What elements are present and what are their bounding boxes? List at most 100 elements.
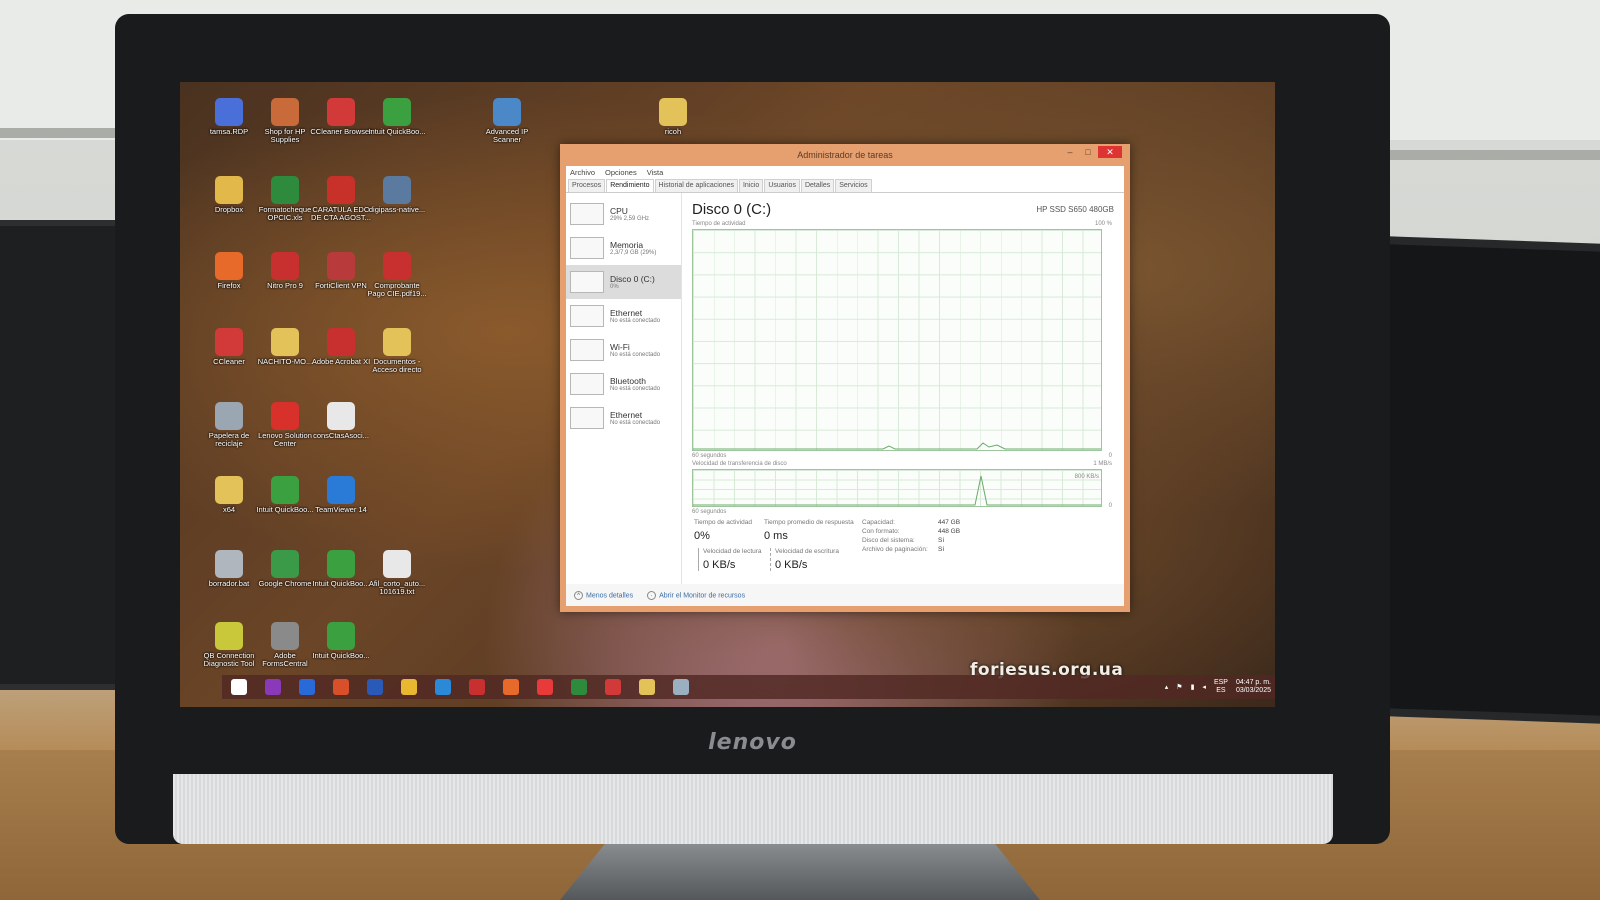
desktop-icon[interactable]: Documentos - Acceso directo [366,328,428,374]
powerpoint-icon [333,679,349,695]
taskbar-button[interactable] [392,675,426,699]
chart2-max: 1 MB/s [1093,461,1112,467]
desktop-icon-label: consCtasAsoci... [313,431,369,440]
taskbar-button[interactable] [426,675,460,699]
desktop-icon[interactable]: Formatocheque OPCIC.xls [254,176,316,222]
language-indicator[interactable]: ESP ES [1214,679,1228,695]
resource-item[interactable]: Wi-Fi No está conectado [566,333,681,367]
desktop-icon[interactable]: ricoh [642,98,704,136]
desktop-icon[interactable]: borrador.bat [198,550,260,588]
taskbar-button[interactable] [494,675,528,699]
resource-name: Ethernet [610,410,643,420]
desktop-icon[interactable]: Adobe FormsCentral [254,622,316,668]
tab-detalles[interactable]: Detalles [800,179,835,192]
desktop-icon[interactable]: CARATULA EDO DE CTA AGOST... [310,176,372,222]
resource-item[interactable]: Bluetooth No está conectado [566,367,681,401]
desktop-icon-label: Intuit QuickBoo... [312,579,370,588]
resource-monitor-link[interactable]: · Abrir el Monitor de recursos [647,590,745,600]
tab-inicio[interactable]: Inicio [738,179,764,192]
resource-item[interactable]: Disco 0 (C:) 0% [566,265,681,299]
desktop-icon[interactable]: Lenovo Solution Center [254,402,316,448]
resource-item[interactable]: Memoria 2,3/7,9 GB (29%) [566,231,681,265]
resource-name: Bluetooth [610,376,646,386]
desktop-icon-label: Adobe FormsCentral [262,651,308,668]
desktop-icon[interactable]: Firefox [198,252,260,290]
desktop-icon[interactable]: Nitro Pro 9 [254,252,316,290]
desktop-icon[interactable]: Intuit QuickBoo... [254,476,316,514]
resource-item[interactable]: Ethernet No está conectado [566,401,681,435]
app-icon [215,252,243,280]
desktop-icon[interactable]: Afil_corto_auto... 101619.txt [366,550,428,596]
app-icon [327,328,355,356]
desktop-icon[interactable]: tamsa.RDP [198,98,260,136]
desktop-icon[interactable]: Intuit QuickBoo... [310,622,372,660]
desktop-icon[interactable]: Dropbox [198,176,260,214]
taskbar-button[interactable] [324,675,358,699]
desktop-icon[interactable]: x64 [198,476,260,514]
taskbar-button[interactable] [460,675,494,699]
desktop-icon[interactable]: Shop for HP Supplies [254,98,316,144]
clock[interactable]: 04:47 p. m. 03/03/2025 [1236,679,1271,695]
taskbar-button[interactable] [256,675,290,699]
menu-opciones[interactable]: Opciones [605,168,637,177]
flag-icon[interactable]: ⚑ [1176,683,1182,691]
desktop-icon-label: Intuit QuickBoo... [368,127,426,136]
desktop-icon-label: Formatocheque OPCIC.xls [258,205,312,222]
desktop-icon[interactable]: CCleaner Browser [310,98,372,136]
language-bottom: ES [1216,687,1226,694]
window-title: Administrador de tareas [797,150,893,160]
desktop-icon[interactable]: Advanced IP Scanner [476,98,538,144]
taskbar-button[interactable] [290,675,324,699]
desktop-icon-label: Comprobante Pago CIE.pdf19... [367,281,427,298]
taskbar-button[interactable] [222,675,256,699]
chart1-label: Tiempo de actividad [692,221,746,227]
desktop-icon[interactable]: Google Chrome [254,550,316,588]
taskbar-button[interactable] [596,675,630,699]
desktop-icon[interactable]: consCtasAsoci... [310,402,372,440]
app-icon [215,328,243,356]
resource-item[interactable]: CPU 29% 2,59 GHz [566,197,681,231]
desktop-icon[interactable]: Papelera de reciclaje [198,402,260,448]
tab-historial[interactable]: Historial de aplicaciones [654,179,738,192]
taskbar-button[interactable] [664,675,698,699]
desktop-icon[interactable]: Comprobante Pago CIE.pdf19... [366,252,428,298]
network-icon[interactable]: ▮ [1191,683,1195,691]
taskbar-button[interactable] [562,675,596,699]
desktop-icon[interactable]: CCleaner [198,328,260,366]
desktop-icon[interactable]: Intuit QuickBoo... [310,550,372,588]
tray-up-arrow-icon[interactable]: ▴ [1165,683,1169,691]
desktop-icon[interactable]: NACHITO-MO... [254,328,316,366]
desktop-icon[interactable]: Intuit QuickBoo... [366,98,428,136]
outlook-icon [299,679,315,695]
desktop-icon[interactable]: Adobe Acrobat XI [310,328,372,366]
desktop-icon-label: Dropbox [214,205,244,214]
app-icon [271,328,299,356]
resource-item[interactable]: Ethernet No está conectado [566,299,681,333]
minimize-button[interactable]: – [1062,146,1078,158]
app-icon [327,98,355,126]
taskbar-button[interactable] [528,675,562,699]
title-bar[interactable]: Administrador de tareas – □ ✕ [566,144,1124,166]
ccleaner-icon [605,679,621,695]
resource-name: Disco 0 (C:) [610,274,655,284]
fewer-details-link[interactable]: ^ Menos detalles [574,590,633,600]
volume-icon[interactable]: ◂ [1202,683,1206,691]
tab-procesos[interactable]: Procesos [568,179,606,192]
taskbar-apps [222,675,698,699]
desktop-icon[interactable]: FortiClient VPN [310,252,372,290]
menu-archivo[interactable]: Archivo [570,168,595,177]
close-button[interactable]: ✕ [1098,146,1122,158]
desktop-icon[interactable]: QB Connection Diagnostic Tool [198,622,260,668]
desktop-icon[interactable]: digipass-native... [366,176,428,214]
chevron-up-icon: ^ [574,590,583,600]
app-icon [327,476,355,504]
tab-usuarios[interactable]: Usuarios [764,179,800,192]
taskbar-button[interactable] [630,675,664,699]
maximize-button[interactable]: □ [1080,146,1096,158]
menu-vista[interactable]: Vista [647,168,664,177]
taskbar-button[interactable] [358,675,392,699]
disk-property: Con formato: 448 GB [862,528,960,535]
tab-servicios[interactable]: Servicios [835,179,872,192]
tab-rendimiento[interactable]: Rendimiento [606,179,654,192]
desktop-icon[interactable]: TeamViewer 14 [310,476,372,514]
